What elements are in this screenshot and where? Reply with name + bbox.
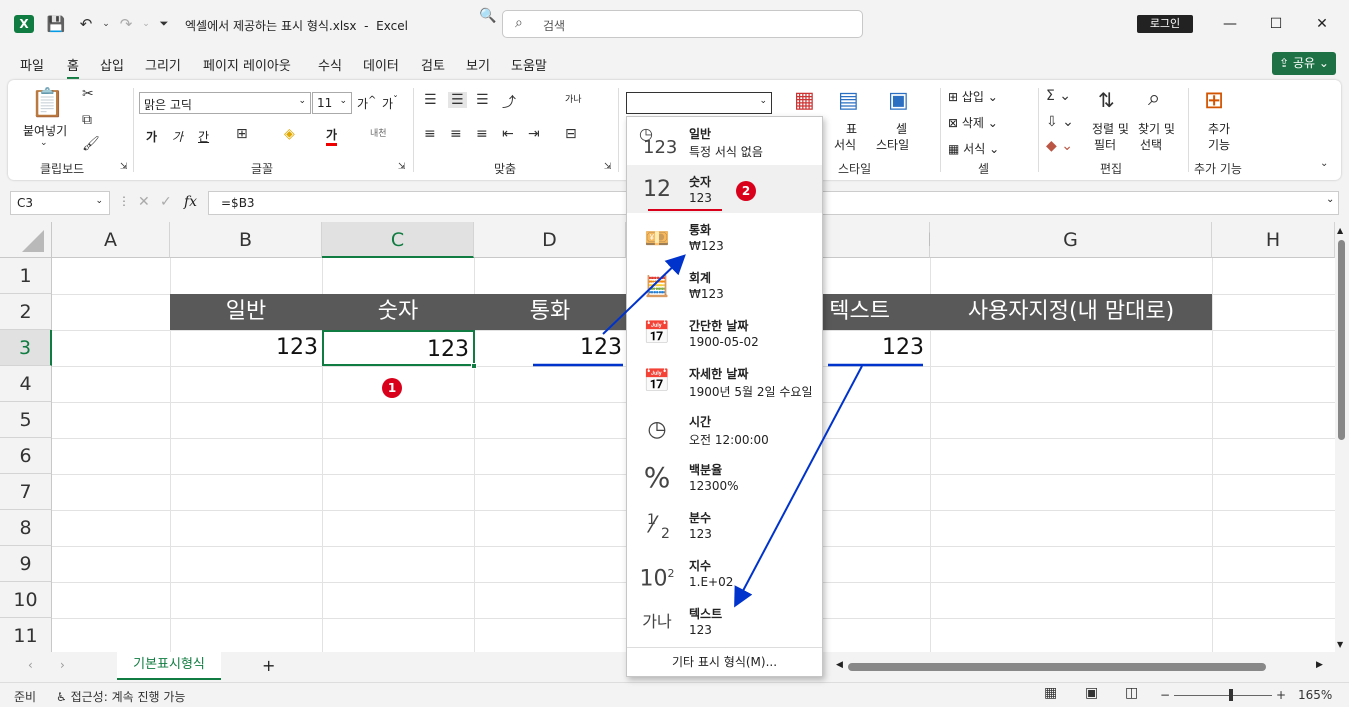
annotation-arrow-to-currency — [602, 254, 686, 335]
annotation-overlay — [533, 209, 923, 608]
annotation-arrow-to-text — [734, 365, 863, 608]
